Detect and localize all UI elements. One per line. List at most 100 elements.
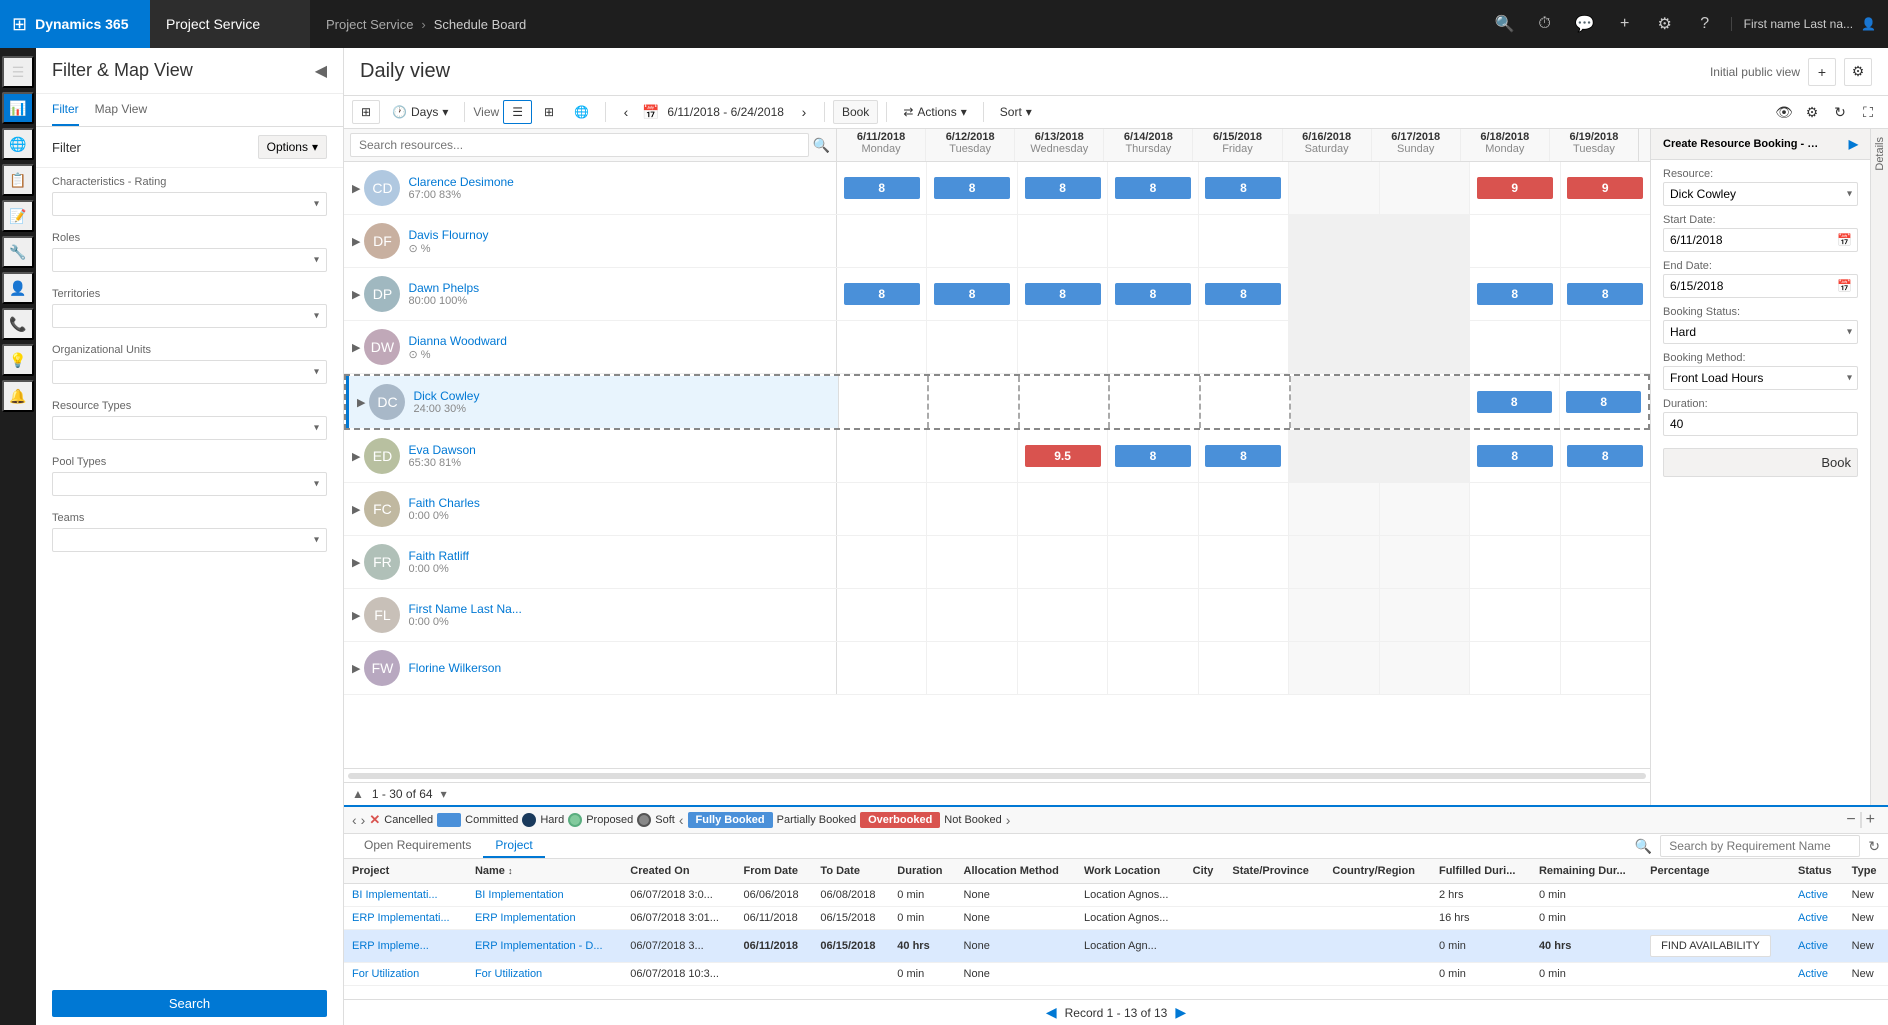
booking-block[interactable]: 8	[844, 283, 920, 305]
zoom-in-btn[interactable]: +	[1866, 811, 1875, 829]
th-duration[interactable]: Duration	[889, 859, 955, 884]
resource-types-select[interactable]	[52, 416, 327, 440]
search-button[interactable]: Search	[52, 990, 327, 1017]
view-settings-button[interactable]: ⚙	[1844, 58, 1872, 86]
tab-project[interactable]: Project	[483, 834, 544, 858]
booking-cell-0-7[interactable]: 9	[1470, 162, 1560, 214]
resource-info-0[interactable]: ▶ CD Clarence Desimone 67:00 83%	[344, 162, 837, 214]
roles-select[interactable]	[52, 248, 327, 272]
resource-expand-6[interactable]: ▶	[352, 503, 360, 516]
start-date-calendar-icon[interactable]: 📅	[1837, 233, 1852, 247]
grid-view-btn[interactable]: ⊞	[536, 101, 562, 123]
th-city[interactable]: City	[1185, 859, 1225, 884]
project-link-3[interactable]: For Utilization	[352, 968, 419, 980]
help-nav-icon[interactable]: ?	[1687, 6, 1723, 42]
filter-tab-filter[interactable]: Filter	[52, 94, 79, 126]
booking-cell-0-8[interactable]: 9	[1561, 162, 1650, 214]
th-status[interactable]: Status	[1790, 859, 1844, 884]
settings-board-btn[interactable]: ⚙	[1800, 100, 1824, 124]
resource-expand-1[interactable]: ▶	[352, 235, 360, 248]
expand-board-btn[interactable]: ⊞	[352, 100, 380, 124]
req-refresh-btn[interactable]: ↻	[1868, 838, 1880, 855]
resource-info-8[interactable]: ▶ FL First Name Last Na... 0:00 0%	[344, 589, 837, 641]
resource-expand-8[interactable]: ▶	[352, 609, 360, 622]
booking-cell-0-2[interactable]: 8	[1018, 162, 1108, 214]
eye-icon-btn[interactable]: 👁	[1772, 100, 1796, 124]
resource-expand-0[interactable]: ▶	[352, 182, 360, 195]
resource-search-input[interactable]	[350, 133, 809, 157]
th-from-date[interactable]: From Date	[736, 859, 813, 884]
name-link-0[interactable]: BI Implementation	[475, 889, 564, 901]
org-units-select[interactable]	[52, 360, 327, 384]
booking-block[interactable]: 8	[1205, 177, 1281, 199]
booking-cell-0-0[interactable]: 8	[837, 162, 927, 214]
resource-info-9[interactable]: ▶ FW Florine Wilkerson	[344, 642, 837, 694]
sidebar-dashboard-icon[interactable]: 📊	[2, 92, 34, 124]
start-date-input[interactable]	[1663, 228, 1858, 252]
th-fulfilled[interactable]: Fulfilled Duri...	[1431, 859, 1531, 884]
name-link-2[interactable]: ERP Implementation - D...	[475, 940, 603, 952]
resource-expand-3[interactable]: ▶	[352, 341, 360, 354]
th-type[interactable]: Type	[1844, 859, 1888, 884]
table-row-0[interactable]: BI Implementati... BI Implementation 06/…	[344, 884, 1888, 907]
duration-input[interactable]	[1663, 412, 1858, 436]
th-percentage[interactable]: Percentage	[1642, 859, 1790, 884]
sidebar-tools-icon[interactable]: 🔧	[2, 236, 34, 268]
th-state[interactable]: State/Province	[1224, 859, 1324, 884]
status-link-0[interactable]: Active	[1798, 889, 1828, 901]
booking-cell-0-4[interactable]: 8	[1199, 162, 1289, 214]
booking-block[interactable]: 8	[1025, 283, 1101, 305]
sort-btn[interactable]: Sort ▾	[992, 101, 1040, 123]
record-prev-btn[interactable]: ◀	[1046, 1004, 1057, 1021]
resource-expand-5[interactable]: ▶	[352, 450, 360, 463]
legend-next-btn[interactable]: ›	[361, 812, 366, 828]
status-link-3[interactable]: Active	[1798, 968, 1828, 980]
resource-info-7[interactable]: ▶ FR Faith Ratliff 0:00 0%	[344, 536, 837, 588]
req-search-input[interactable]	[1660, 835, 1860, 857]
th-created-on[interactable]: Created On	[622, 859, 735, 884]
booking-block[interactable]: 8	[1477, 283, 1553, 305]
sidebar-orders-icon[interactable]: 📋	[2, 164, 34, 196]
table-row-2-selected[interactable]: ERP Impleme... ERP Implementation - D...…	[344, 930, 1888, 963]
book-action-button[interactable]: Book	[1663, 448, 1858, 477]
timer-nav-icon[interactable]: ⏱	[1527, 6, 1563, 42]
booking-block[interactable]: 8	[1115, 177, 1191, 199]
resource-select[interactable]: Dick Cowley	[1663, 182, 1858, 206]
scrollbar-track[interactable]	[348, 773, 1646, 779]
booking-block[interactable]: 8	[934, 283, 1010, 305]
resource-search-button[interactable]: 🔍	[813, 137, 830, 154]
characteristics-select[interactable]	[52, 192, 327, 216]
req-search-icon-btn[interactable]: 🔍	[1635, 838, 1652, 855]
project-link-1[interactable]: ERP Implementati...	[352, 912, 450, 924]
resource-info-4[interactable]: ▶ DC Dick Cowley 24:00 30%	[346, 376, 839, 428]
th-remaining[interactable]: Remaining Dur...	[1531, 859, 1642, 884]
booking-block[interactable]: 8	[1115, 283, 1191, 305]
options-button[interactable]: Options ▾	[258, 135, 327, 159]
end-date-input[interactable]	[1663, 274, 1858, 298]
booking-block[interactable]: 8	[1477, 391, 1552, 413]
sidebar-notes-icon[interactable]: 📝	[2, 200, 34, 232]
booking-block[interactable]: 8	[1025, 177, 1101, 199]
book-btn[interactable]: Book	[833, 100, 878, 124]
booking-block[interactable]: 8	[1205, 283, 1281, 305]
settings-nav-icon[interactable]: ⚙	[1647, 6, 1683, 42]
teams-select[interactable]	[52, 528, 327, 552]
pagination-down-btn[interactable]: ▾	[441, 787, 447, 801]
module-name[interactable]: Project Service	[150, 0, 310, 48]
legend-prev-btn[interactable]: ‹	[352, 812, 357, 828]
booking-block-red[interactable]: 9	[1477, 177, 1553, 199]
booking-status-select[interactable]: Hard	[1663, 320, 1858, 344]
resource-expand-9[interactable]: ▶	[352, 662, 360, 675]
prev-date-btn[interactable]: ‹	[614, 100, 638, 124]
resource-info-1[interactable]: ▶ DF Davis Flournoy ⊙ %	[344, 215, 837, 267]
actions-btn[interactable]: ⇄ Actions ▾	[895, 101, 974, 123]
end-date-calendar-icon[interactable]: 📅	[1837, 279, 1852, 293]
booking-block[interactable]: 8	[1205, 445, 1281, 467]
brand-area[interactable]: ⊞ Dynamics 365	[0, 0, 150, 48]
booking-block[interactable]: 8	[1477, 445, 1553, 467]
th-work-location[interactable]: Work Location	[1076, 859, 1185, 884]
legend-nav-next-btn[interactable]: ›	[1006, 812, 1011, 828]
booking-panel-expand-btn[interactable]: ▶	[1849, 137, 1858, 151]
resource-info-6[interactable]: ▶ FC Faith Charles 0:00 0%	[344, 483, 837, 535]
filter-panel-collapse-btn[interactable]: ◀	[315, 61, 327, 81]
